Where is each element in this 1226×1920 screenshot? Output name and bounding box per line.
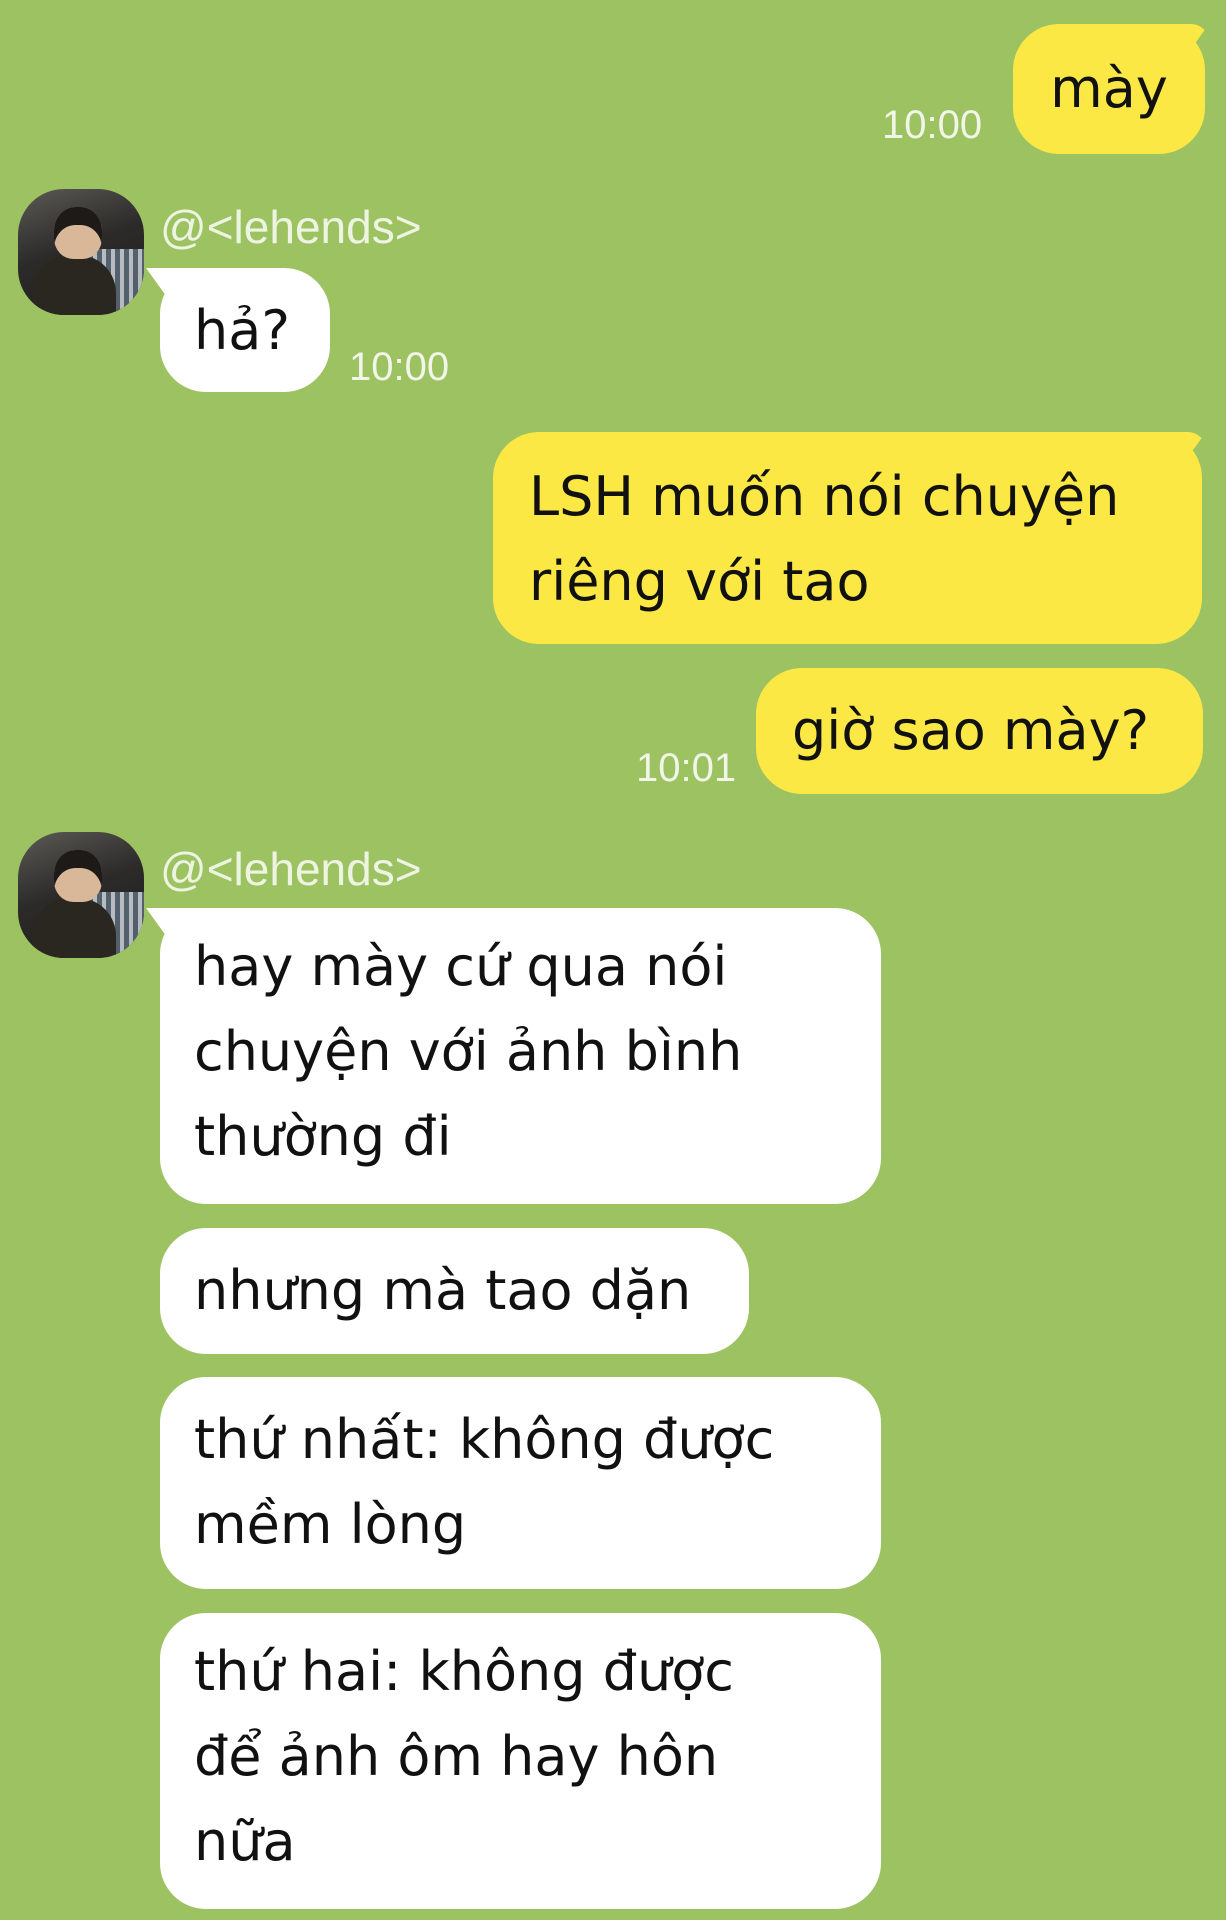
- avatar-figure-head: [54, 850, 102, 902]
- message-line: riêng với tao: [529, 550, 870, 613]
- message-line: LSH muốn nói chuyện: [529, 465, 1120, 528]
- their-message-bubble[interactable]: thứ nhất: không được mềm lòng: [160, 1377, 881, 1589]
- my-message-bubble[interactable]: LSH muốn nói chuyện riêng với tao: [493, 432, 1202, 644]
- their-message-bubble[interactable]: hả?: [160, 268, 330, 392]
- their-message-bubble[interactable]: nhưng mà tao dặn: [160, 1228, 749, 1354]
- contact-avatar[interactable]: [18, 189, 144, 315]
- message-line: hay mày cứ qua nói: [194, 935, 728, 998]
- message-line: thứ nhất: không được: [194, 1408, 775, 1471]
- message-line: thường đi: [194, 1105, 452, 1168]
- message-time: 10:00: [349, 345, 450, 389]
- message-line: thứ hai: không được: [194, 1640, 734, 1703]
- my-message-bubble[interactable]: mày: [1013, 24, 1205, 154]
- sender-name: @<lehends>: [160, 843, 422, 895]
- message-text: nhưng mà tao dặn: [194, 1259, 692, 1322]
- avatar-figure-head: [54, 207, 102, 259]
- message-line: để ảnh ôm hay hôn: [194, 1725, 719, 1788]
- my-message-bubble[interactable]: giờ sao mày?: [756, 668, 1203, 794]
- contact-avatar[interactable]: [18, 832, 144, 958]
- message-time: 10:01: [636, 746, 737, 790]
- sender-name: @<lehends>: [160, 201, 422, 253]
- message-line: nữa: [194, 1810, 296, 1873]
- avatar-figure-body: [32, 898, 116, 958]
- avatar-figure-body: [32, 255, 116, 315]
- message-text: hả?: [194, 299, 290, 362]
- message-time: 10:00: [882, 103, 983, 147]
- message-line: chuyện với ảnh bình: [194, 1020, 743, 1083]
- message-text: giờ sao mày?: [792, 699, 1150, 762]
- their-message-bubble[interactable]: thứ hai: không được để ảnh ôm hay hôn nữ…: [160, 1613, 881, 1909]
- their-message-bubble[interactable]: hay mày cứ qua nói chuyện với ảnh bình t…: [160, 908, 881, 1204]
- chat-thread[interactable]: 10:00 mày @<lehends> hả? 10:00 LSH muốn …: [0, 0, 1226, 1920]
- message-text: mày: [1050, 57, 1168, 120]
- message-line: mềm lòng: [194, 1493, 467, 1556]
